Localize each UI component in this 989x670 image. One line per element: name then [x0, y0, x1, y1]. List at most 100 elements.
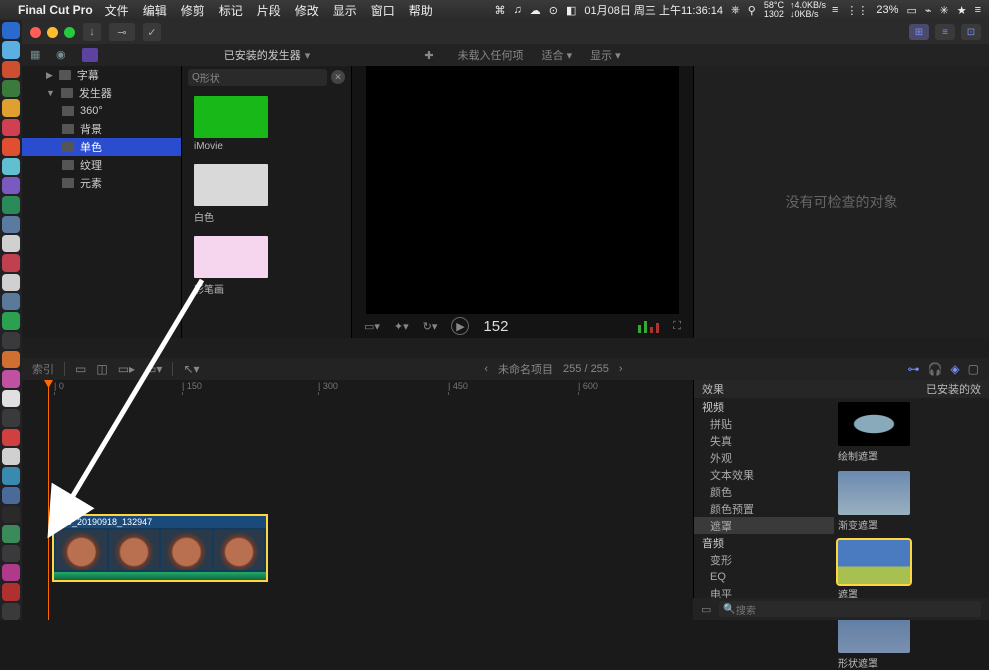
effects-category[interactable]: 失真	[694, 432, 834, 449]
viewer-canvas[interactable]	[366, 66, 679, 314]
menu-mark[interactable]: 标记	[219, 2, 243, 19]
status-icon[interactable]: ◧	[566, 4, 576, 17]
caret-down-icon[interactable]: ▾	[305, 49, 311, 62]
nav-forward-icon[interactable]: ›	[619, 363, 623, 375]
dock-item[interactable]	[2, 293, 20, 310]
effects-search-input[interactable]: 🔍 搜索	[719, 601, 981, 617]
effects-category[interactable]: 视频	[694, 398, 834, 415]
dock-item[interactable]	[2, 351, 20, 368]
dock-item[interactable]	[2, 390, 20, 407]
effects-category[interactable]: 颜色预置	[694, 500, 834, 517]
dock-item[interactable]	[2, 564, 20, 581]
status-icon[interactable]: ⎈	[731, 4, 740, 17]
app-name[interactable]: Final Cut Pro	[18, 3, 93, 17]
effect-item[interactable]: 绘制遮罩	[838, 402, 910, 463]
project-name[interactable]: 未命名项目	[498, 361, 553, 377]
timeline-clip[interactable]: VID_20190918_132947	[52, 514, 268, 582]
show-menu[interactable]: 显示 ▾	[590, 47, 621, 63]
solo-icon[interactable]: ◈	[950, 362, 959, 376]
status-icon[interactable]: ☁	[530, 4, 541, 17]
sidebar-item[interactable]: 背景	[22, 120, 181, 138]
generator-item[interactable]: 白色	[182, 156, 351, 228]
sidebar-item[interactable]: 360°	[22, 102, 181, 120]
menu-clip[interactable]: 片段	[257, 2, 281, 19]
status-icon[interactable]: ✳	[939, 4, 948, 17]
dock-item[interactable]	[2, 583, 20, 600]
dock-item[interactable]	[2, 158, 20, 175]
dock-item[interactable]	[2, 119, 20, 136]
status-bluetooth-icon[interactable]: ⌁	[925, 4, 932, 17]
dock-item[interactable]	[2, 274, 20, 291]
effects-category[interactable]: 外观	[694, 449, 834, 466]
photos-icon[interactable]: ◉	[56, 48, 72, 62]
dock-item[interactable]	[2, 545, 20, 562]
library-icon[interactable]: ▦	[30, 48, 46, 62]
sidebar-item[interactable]: ▼发生器	[22, 84, 181, 102]
dock-item[interactable]	[2, 22, 20, 39]
dock-item[interactable]	[2, 506, 20, 523]
effects-category[interactable]: EQ	[694, 568, 834, 585]
add-icon[interactable]: ✚	[424, 49, 433, 62]
effects-category[interactable]: 遮罩	[694, 517, 834, 534]
timeline[interactable]: | 0| 150| 300| 450| 600 VID_20190918_132…	[22, 380, 693, 620]
titles-icon[interactable]	[82, 48, 98, 62]
status-icon[interactable]: ≡	[832, 4, 838, 16]
menu-help[interactable]: 帮助	[409, 2, 433, 19]
close-button[interactable]	[30, 27, 41, 38]
fit-menu[interactable]: 适合 ▾	[542, 47, 573, 63]
effect-item[interactable]: 渐变遮罩	[838, 471, 910, 532]
dock-item[interactable]	[2, 196, 20, 213]
overwrite-clip-icon[interactable]: ▭▾	[145, 362, 162, 376]
menu-window[interactable]: 窗口	[371, 2, 395, 19]
dock-item[interactable]	[2, 177, 20, 194]
status-icon[interactable]: ⚲	[748, 4, 756, 17]
insert-clip-icon[interactable]: ◫	[96, 362, 107, 376]
import-button[interactable]: ↓	[83, 23, 101, 41]
status-icon[interactable]: ★	[957, 4, 967, 17]
dock-item[interactable]	[2, 235, 20, 252]
dock-item[interactable]	[2, 254, 20, 271]
effect-item[interactable]: 遮罩	[838, 540, 910, 601]
timeline-ruler[interactable]: | 0| 150| 300| 450| 600	[22, 380, 693, 396]
browser-title[interactable]: 已安装的发生器	[224, 47, 301, 63]
sidebar-item[interactable]: 单色	[22, 138, 181, 156]
dock-item[interactable]	[2, 370, 20, 387]
viewer-timecode[interactable]: 152	[483, 318, 508, 335]
status-battery[interactable]: 23%	[876, 4, 898, 16]
play-button[interactable]: ▶	[451, 317, 469, 335]
dock-item[interactable]	[2, 138, 20, 155]
dock-item[interactable]	[2, 603, 20, 620]
generator-item[interactable]: 彩笔画	[182, 228, 351, 300]
effects-category[interactable]: 音频	[694, 534, 834, 551]
dock-item[interactable]	[2, 467, 20, 484]
dock-item[interactable]	[2, 80, 20, 97]
retime-menu[interactable]: ↻▾	[423, 320, 438, 333]
effects-category[interactable]: 颜色	[694, 483, 834, 500]
dock-item[interactable]	[2, 61, 20, 78]
nav-back-icon[interactable]: ‹	[484, 363, 488, 375]
dock-item[interactable]	[2, 487, 20, 504]
dock-item[interactable]	[2, 448, 20, 465]
effects-installed-label[interactable]: 已安装的效	[926, 381, 981, 397]
dock-item[interactable]	[2, 312, 20, 329]
generator-item[interactable]: iMovie	[182, 88, 351, 156]
sidebar-item[interactable]: 元素	[22, 174, 181, 192]
dock-item[interactable]	[2, 216, 20, 233]
menu-file[interactable]: 文件	[105, 2, 129, 19]
dock-item[interactable]	[2, 409, 20, 426]
layout-list-icon[interactable]: ≡	[935, 24, 955, 40]
dock-item[interactable]	[2, 99, 20, 116]
status-icon[interactable]: ⊙	[549, 4, 558, 17]
dock-item[interactable]	[2, 429, 20, 446]
sidebar-item[interactable]: 纹理	[22, 156, 181, 174]
status-icon[interactable]: ♫	[514, 4, 522, 16]
menu-edit[interactable]: 编辑	[143, 2, 167, 19]
tools-menu[interactable]: ↖▾	[183, 362, 199, 376]
index-button[interactable]: 索引	[32, 361, 54, 377]
minimize-button[interactable]	[47, 27, 58, 38]
transform-menu[interactable]: ▭▾	[364, 320, 380, 333]
skimming-icon[interactable]: ⊶	[907, 362, 919, 376]
menu-modify[interactable]: 修改	[295, 2, 319, 19]
append-clip-icon[interactable]: ▭▸	[118, 362, 135, 376]
effects-view-icon[interactable]: ▭	[701, 603, 711, 616]
